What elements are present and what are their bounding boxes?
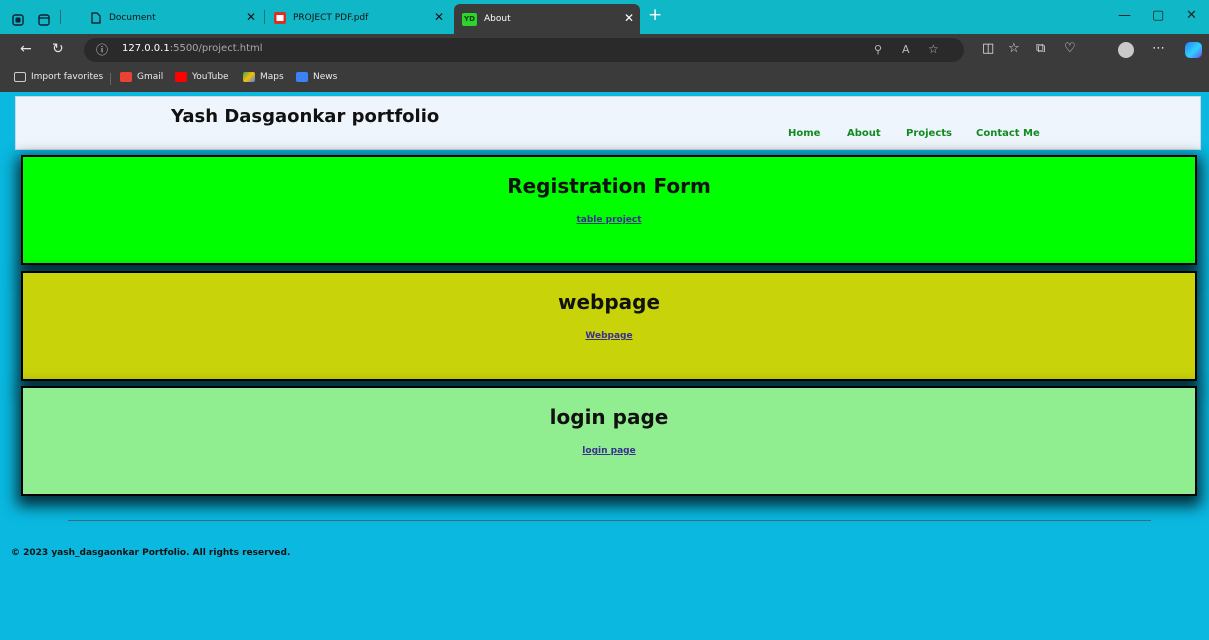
browser-tab-strip: Document ✕ PROJECT PDF.pdf ✕ YD About ✕ …	[0, 0, 1209, 34]
page-viewport: Yash Dasgaonkar portfolio Home About Pro…	[0, 92, 1209, 640]
site-info-icon[interactable]: ⓘ	[96, 41, 108, 58]
nav-contact-link[interactable]: Contact Me	[976, 128, 1040, 139]
news-icon	[296, 72, 308, 82]
bookmark-label: Maps	[260, 72, 284, 82]
site-brand-title: Yash Dasgaonkar portfolio	[171, 106, 440, 127]
tab-label: About	[484, 14, 511, 24]
close-tab-icon[interactable]: ✕	[624, 12, 634, 24]
project-title: webpage	[557, 290, 661, 314]
tab-separator	[264, 10, 265, 24]
close-tab-icon[interactable]: ✕	[246, 11, 256, 23]
back-arrow-icon[interactable]: ←	[20, 41, 32, 57]
maps-icon	[243, 72, 255, 82]
copilot-icon[interactable]	[1185, 42, 1202, 58]
footer-divider	[68, 520, 1151, 521]
favorite-star-icon[interactable]: ☆	[928, 42, 939, 56]
nav-projects-link[interactable]: Projects	[906, 128, 952, 139]
nav-about-link[interactable]: About	[847, 128, 881, 139]
nav-home-link[interactable]: Home	[788, 128, 820, 139]
collections-icon[interactable]: ⧉	[1036, 41, 1045, 56]
project-card-webpage: webpage Webpage	[21, 271, 1197, 381]
tab-document[interactable]: Document ✕	[84, 5, 262, 30]
address-bar[interactable]: ⓘ 127.0.0.1:5500/project.html ⚲ A ☆	[84, 38, 964, 62]
tab-label: Document	[109, 12, 156, 23]
zoom-icon[interactable]: ⚲	[874, 43, 882, 56]
project-card-registration: Registration Form table project	[21, 155, 1197, 265]
address-url[interactable]: 127.0.0.1:5500/project.html	[122, 43, 263, 54]
refresh-icon[interactable]: ↻	[52, 41, 64, 57]
bookmark-label: YouTube	[192, 72, 229, 82]
bookmark-separator	[110, 73, 111, 85]
tab-separator	[60, 10, 61, 24]
tab-actions-icon[interactable]	[38, 7, 50, 32]
read-aloud-icon[interactable]: A	[902, 43, 910, 56]
bookmark-maps[interactable]: Maps	[243, 72, 284, 82]
document-icon	[90, 11, 102, 24]
close-tab-icon[interactable]: ✕	[434, 11, 444, 23]
address-toolbar: ← ↻ ⓘ 127.0.0.1:5500/project.html ⚲ A ☆ …	[0, 34, 1209, 66]
tab-about[interactable]: YD About ✕	[454, 4, 640, 34]
project-title: login page	[549, 405, 669, 429]
browser-essentials-icon[interactable]: ♡	[1064, 41, 1076, 56]
new-tab-icon[interactable]: +	[648, 5, 662, 25]
project-link[interactable]: login page	[23, 446, 1195, 456]
restore-icon[interactable]: ▢	[1152, 8, 1164, 23]
bookmark-import-favorites[interactable]: Import favorites	[14, 72, 103, 82]
favorites-icon[interactable]: ☆	[1008, 41, 1020, 56]
project-link[interactable]: table project	[23, 215, 1195, 225]
tab-project-pdf[interactable]: PROJECT PDF.pdf ✕	[270, 5, 450, 30]
tab-label: PROJECT PDF.pdf	[293, 12, 369, 23]
pdf-icon	[274, 11, 286, 24]
bookmark-news[interactable]: News	[296, 72, 337, 82]
project-card-login: login page login page	[21, 386, 1197, 496]
project-link[interactable]: Webpage	[23, 331, 1195, 341]
site-header: Yash Dasgaonkar portfolio Home About Pro…	[15, 96, 1201, 150]
project-title: Registration Form	[507, 174, 711, 198]
bookmarks-bar: Import favorites Gmail YouTube Maps News	[0, 66, 1209, 92]
close-window-icon[interactable]: ✕	[1186, 8, 1197, 23]
profile-avatar-icon[interactable]	[1118, 42, 1134, 58]
gmail-icon	[120, 72, 132, 82]
minimize-icon[interactable]: —	[1118, 8, 1131, 23]
bookmark-youtube[interactable]: YouTube	[175, 72, 229, 82]
bookmark-label: News	[313, 72, 338, 82]
bookmark-label: Import favorites	[31, 72, 104, 82]
bookmark-gmail[interactable]: Gmail	[120, 72, 163, 82]
site-favicon-icon: YD	[462, 12, 477, 26]
split-screen-icon[interactable]: ◫	[982, 41, 994, 56]
settings-more-icon[interactable]: ⋯	[1152, 41, 1165, 56]
folder-icon	[14, 72, 26, 82]
bookmark-label: Gmail	[137, 72, 164, 82]
youtube-icon	[175, 72, 187, 82]
workspaces-icon[interactable]	[12, 7, 24, 32]
footer-copyright: © 2023 yash_dasgaonkar Portfolio. All ri…	[11, 548, 291, 558]
url-path: :5500/project.html	[169, 43, 263, 54]
url-host: 127.0.0.1	[122, 43, 170, 54]
